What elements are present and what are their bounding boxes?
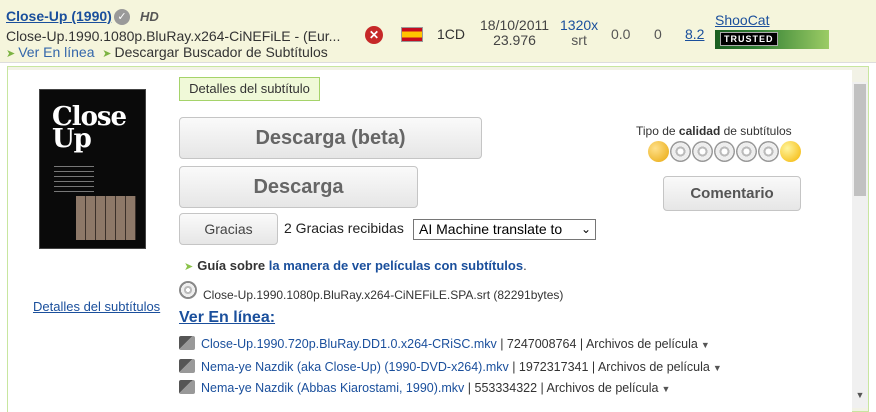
online-file-meta: | 1972317341 | Archivos de película bbox=[508, 360, 710, 374]
sad-face-icon[interactable] bbox=[648, 141, 669, 162]
translate-select-value: AI Machine translate to bbox=[419, 221, 563, 237]
chevron-down-icon[interactable]: ▼ bbox=[701, 340, 710, 350]
quality-rating bbox=[648, 141, 808, 165]
fps-value: 23.976 bbox=[493, 32, 536, 48]
guide-link[interactable]: la manera de ver películas con subtítulo… bbox=[269, 258, 523, 273]
list-item: Close-Up.1990.720p.BluRay.DD1.0.x264-CRi… bbox=[179, 336, 710, 351]
uploader-link[interactable]: ShooCat bbox=[715, 12, 769, 28]
online-file-link[interactable]: Nema-ye Nazdik (Abbas Kiarostami, 1990).… bbox=[201, 381, 464, 395]
resolution-link[interactable]: 1320x bbox=[560, 17, 598, 33]
quality-suffix: de subtítulos bbox=[720, 124, 792, 138]
poster-photos bbox=[76, 196, 136, 240]
translate-select[interactable]: AI Machine translate to ⌄ bbox=[413, 219, 596, 240]
chevron-down-icon[interactable]: ▼ bbox=[661, 384, 670, 394]
subtitle-file-info: Close-Up.1990.1080p.BluRay.x264-CiNEFiLE… bbox=[203, 288, 564, 302]
chevron-down-icon[interactable]: ▼ bbox=[713, 363, 722, 373]
quality-label: Tipo de calidad de subtítulos bbox=[636, 124, 792, 138]
subtitle-row: Close-Up (1990) ✓ HD Close-Up.1990.1080p… bbox=[0, 0, 876, 63]
movie-poster[interactable]: Close Up bbox=[39, 89, 146, 249]
online-file-meta: | 7247008764 | Archivos de película bbox=[496, 337, 698, 351]
comment-button[interactable]: Comentario bbox=[663, 176, 801, 211]
release-name[interactable]: Close-Up.1990.1080p.BluRay.x264-CiNEFiLE… bbox=[6, 28, 340, 44]
check-icon: ✓ bbox=[114, 9, 130, 25]
film-reel-icon[interactable] bbox=[670, 141, 691, 162]
rating-value: 0.0 bbox=[611, 26, 631, 42]
imdb-score-link[interactable]: 8.2 bbox=[685, 26, 704, 42]
movie-file-icon bbox=[179, 359, 195, 373]
thanks-button[interactable]: Gracias bbox=[179, 213, 278, 245]
date-value: 18/10/2011 bbox=[480, 17, 550, 33]
arrow-icon: ➤ bbox=[6, 48, 16, 60]
movie-title-link[interactable]: Close-Up (1990) bbox=[6, 8, 112, 24]
cd-count: 1CD bbox=[437, 26, 466, 42]
movie-file-icon bbox=[179, 380, 195, 394]
hd-badge: HD bbox=[140, 9, 159, 24]
quality-prefix: Tipo de bbox=[636, 124, 679, 138]
happy-face-icon[interactable] bbox=[780, 141, 801, 162]
bad-subtitle-icon[interactable]: ✕ bbox=[365, 26, 383, 44]
online-file-link[interactable]: Nema-ye Nazdik (aka Close-Up) (1990-DVD-… bbox=[201, 360, 509, 374]
chevron-down-icon: ⌄ bbox=[580, 222, 591, 236]
poster-title: Close Up bbox=[52, 102, 127, 154]
list-item: Nema-ye Nazdik (Abbas Kiarostami, 1990).… bbox=[179, 380, 670, 395]
disc-icon bbox=[179, 281, 197, 299]
download-button[interactable]: Descarga bbox=[179, 166, 418, 208]
movie-file-icon bbox=[179, 336, 195, 350]
arrow-icon: ➤ bbox=[184, 261, 194, 273]
online-file-meta: | 553334322 | Archivos de película bbox=[464, 381, 659, 395]
download-beta-button[interactable]: Descarga (beta) bbox=[179, 117, 482, 159]
download-finder-link[interactable]: Descargar Buscador de Subtítulos bbox=[115, 44, 328, 60]
format-value: srt bbox=[571, 32, 587, 48]
votes-value: 0 bbox=[654, 26, 662, 42]
upload-date: 18/10/2011 23.976 bbox=[480, 18, 549, 48]
online-file-link[interactable]: Close-Up.1990.720p.BluRay.DD1.0.x264-CRi… bbox=[201, 337, 497, 351]
quality-bold: calidad bbox=[678, 124, 721, 138]
guide-line: ➤ Guía sobre la manera de ver películas c… bbox=[184, 258, 527, 273]
tab-subtitle-details[interactable]: Detalles del subtítulo bbox=[179, 77, 320, 101]
view-online-link[interactable]: Ver En línea bbox=[18, 44, 94, 60]
trusted-badge-label: TRUSTED bbox=[720, 32, 778, 46]
spain-flag-icon bbox=[401, 27, 423, 42]
poster-credits bbox=[54, 162, 94, 194]
guide-prefix: Guía sobre bbox=[197, 258, 269, 273]
thanks-count: 2 Gracias recibidas bbox=[284, 220, 404, 236]
film-reel-icon[interactable] bbox=[692, 141, 713, 162]
scroll-down-icon[interactable]: ▼ bbox=[852, 390, 868, 404]
resolution: 1320x srt bbox=[560, 18, 598, 48]
film-reel-icon[interactable] bbox=[758, 141, 779, 162]
online-heading[interactable]: Ver En línea: bbox=[179, 309, 275, 327]
subtitle-details-link[interactable]: Detalles del subtítulos bbox=[33, 299, 160, 314]
film-reel-icon[interactable] bbox=[736, 141, 757, 162]
row-links: ➤ Ver En línea ➤ Descargar Buscador de Sub… bbox=[6, 44, 328, 60]
trusted-badge: TRUSTED bbox=[715, 30, 829, 49]
guide-suffix: . bbox=[523, 258, 527, 273]
scrollbar-thumb[interactable] bbox=[854, 84, 866, 196]
film-reel-icon[interactable] bbox=[714, 141, 735, 162]
list-item: Nema-ye Nazdik (aka Close-Up) (1990-DVD-… bbox=[179, 359, 722, 374]
arrow-icon: ➤ bbox=[102, 48, 112, 60]
